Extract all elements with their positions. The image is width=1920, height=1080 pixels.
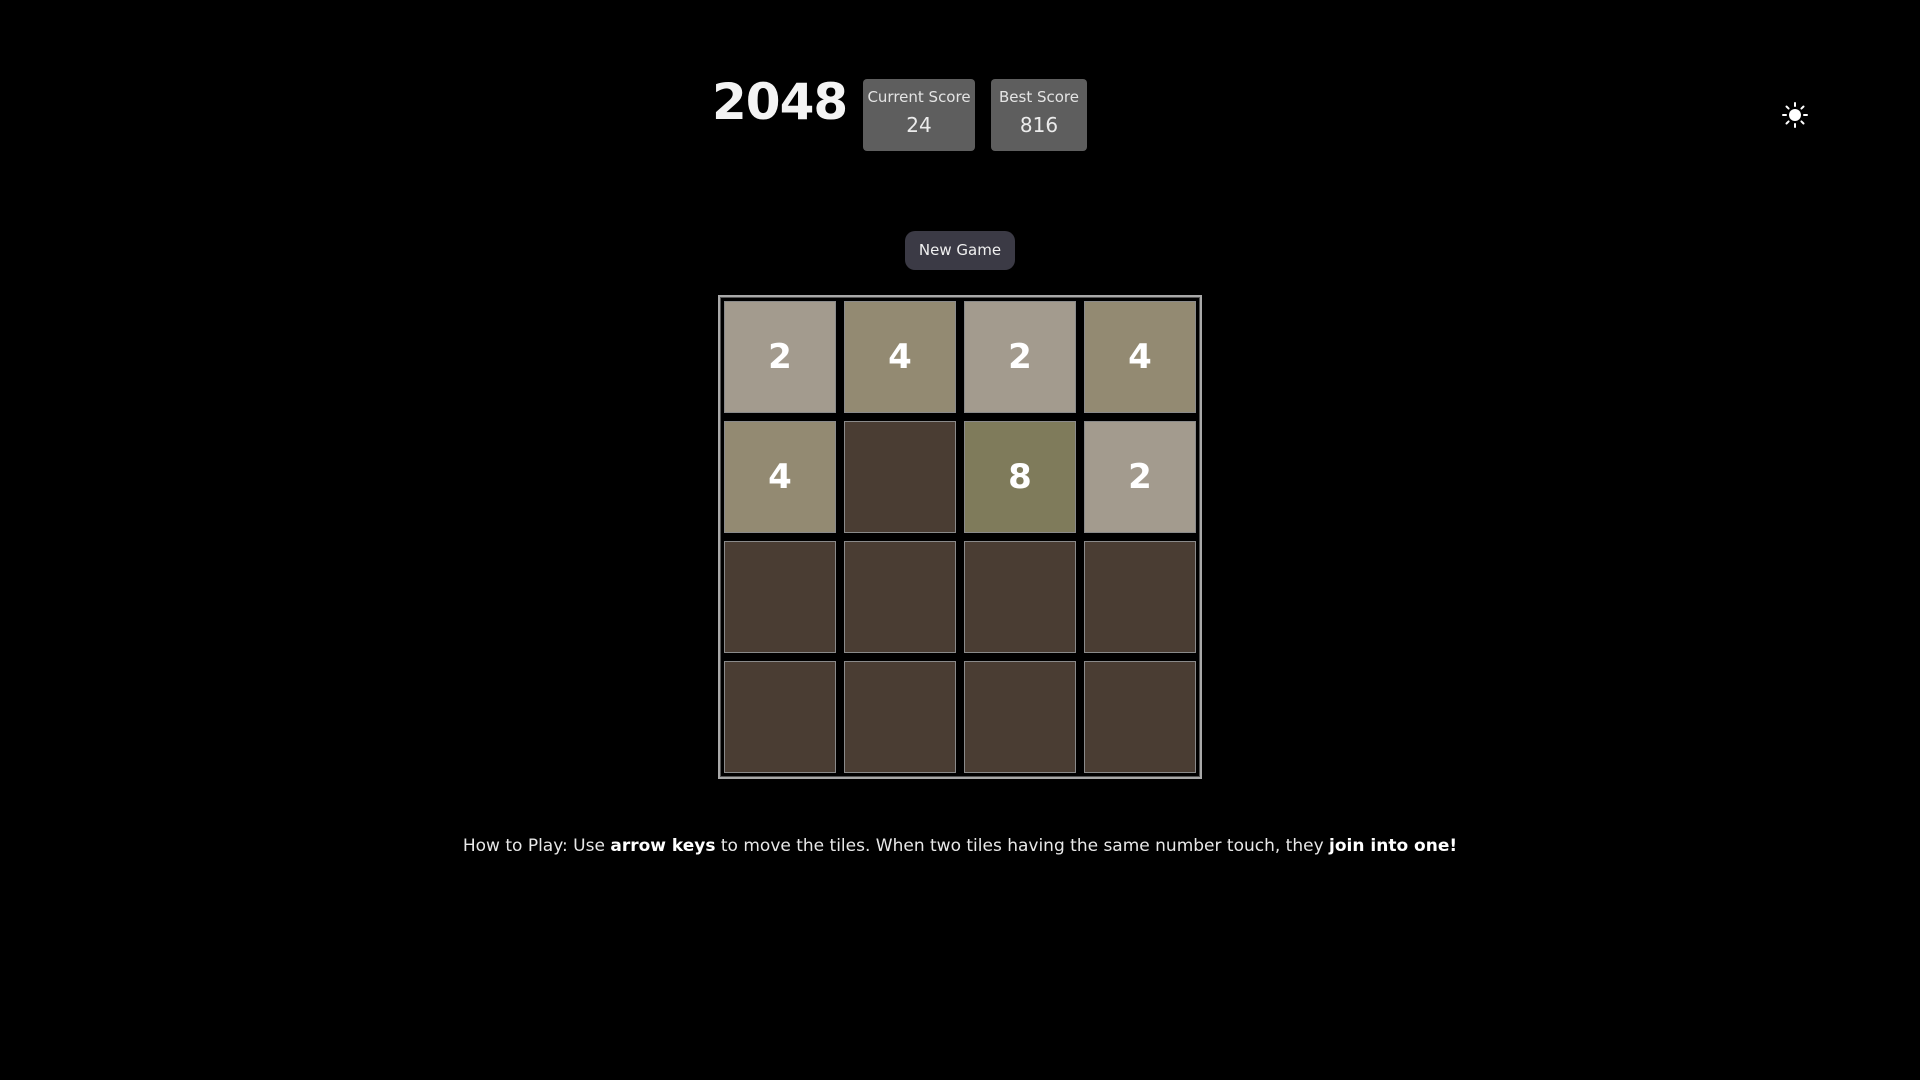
empty-cell [1084,541,1196,653]
empty-cell [724,541,836,653]
empty-cell [844,421,956,533]
board-grid: 2424482 [720,297,1200,777]
tile-8: 8 [964,421,1076,533]
game-board: 2424482 [718,295,1202,779]
current-score-value: 24 [906,113,932,137]
tile-2: 2 [964,301,1076,413]
instructions-arrow-keys: arrow keys [610,836,716,856]
current-score-box: Current Score 24 [863,79,975,151]
sun-icon [1782,102,1808,128]
instructions-prefix: How to Play: Use [462,836,611,856]
empty-cell [844,541,956,653]
current-score-label: Current Score [867,88,971,106]
tile-4: 4 [724,421,836,533]
instructions-middle: to move the tiles. When two tiles having… [715,836,1330,856]
best-score-label: Best Score [999,88,1079,106]
empty-cell [844,661,956,773]
empty-cell [964,541,1076,653]
empty-cell [964,661,1076,773]
empty-cell [724,661,836,773]
how-to-play-text: How to Play: Use arrow keys to move the … [0,832,1920,860]
tile-2: 2 [1084,421,1196,533]
best-score-value: 816 [1019,113,1059,137]
tile-4: 4 [844,301,956,413]
theme-toggle-button[interactable] [1781,101,1809,129]
game-page: 2048 Current Score 24 Best Score 816 New… [0,0,1920,1080]
game-title: 2048 [712,73,848,131]
best-score-box: Best Score 816 [991,79,1087,151]
tile-4: 4 [1084,301,1196,413]
empty-cell [1084,661,1196,773]
new-game-button[interactable]: New Game [905,231,1015,270]
tile-2: 2 [724,301,836,413]
instructions-join: join into one! [1329,836,1458,856]
